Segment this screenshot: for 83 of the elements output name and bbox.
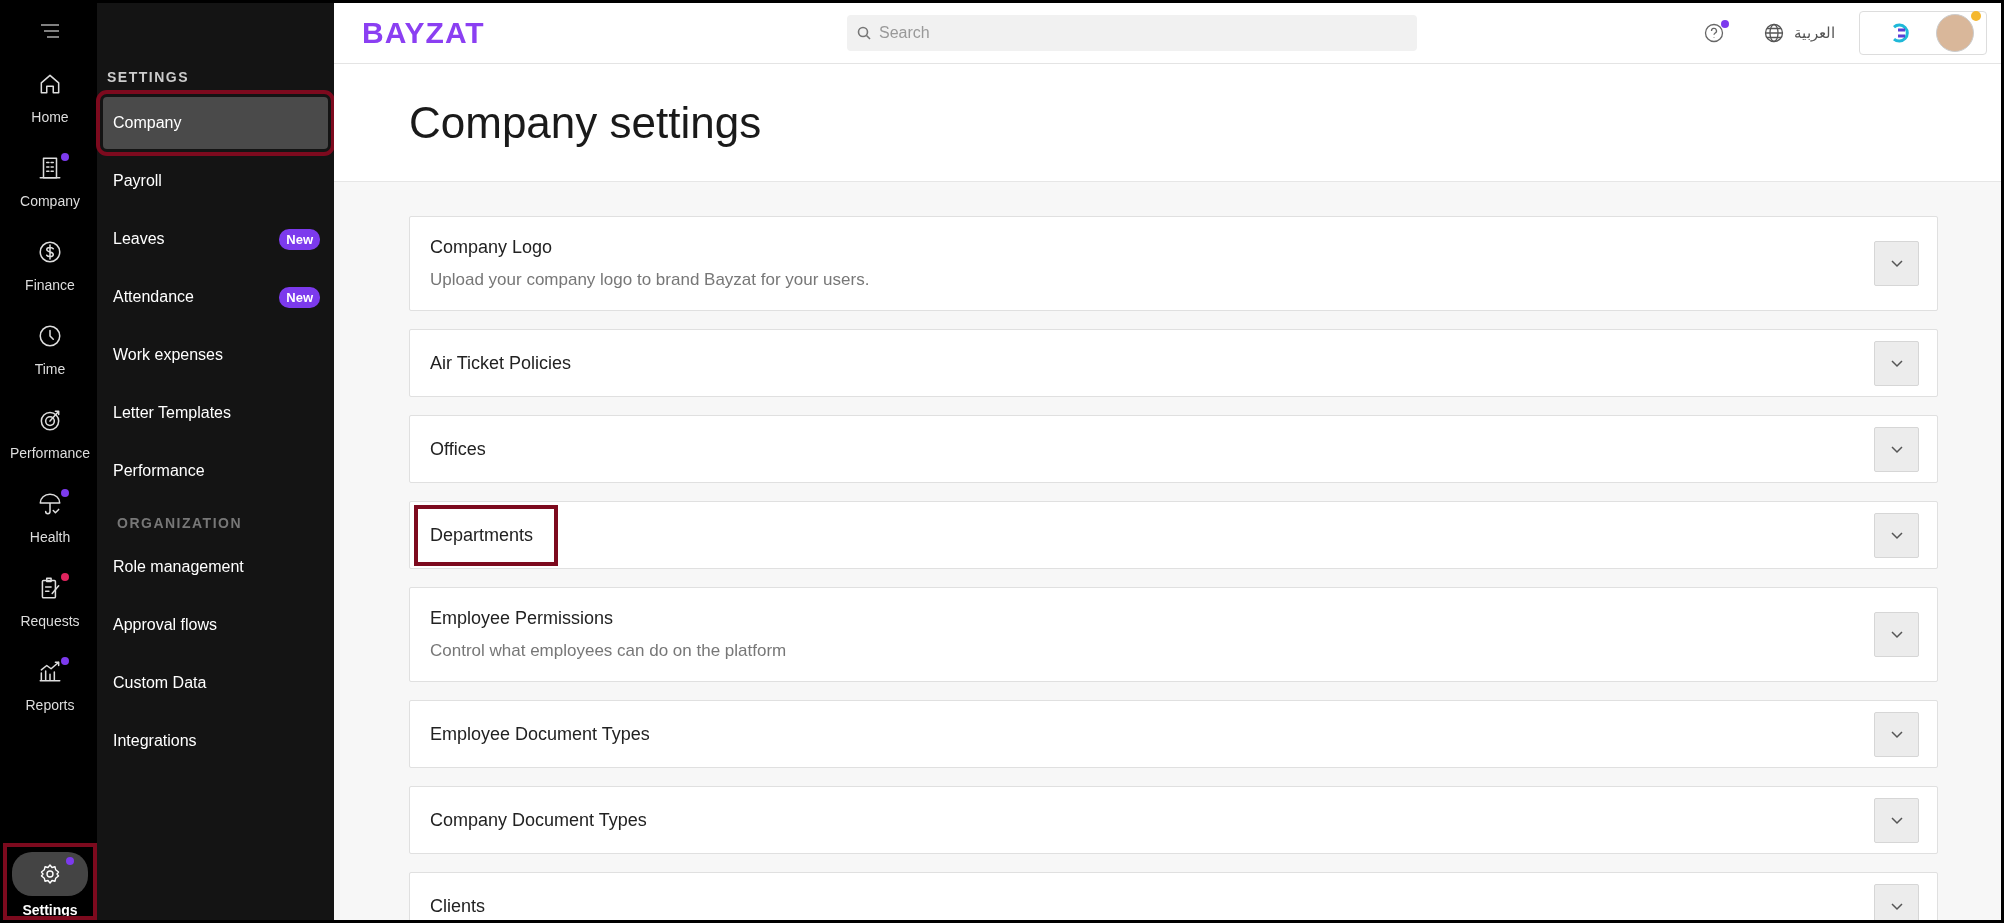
chevron-icon [1889,444,1904,454]
sidebar-item-label: Letter Templates [113,404,231,422]
search-field[interactable]: Search [847,15,1417,51]
chevron-icon [1889,358,1904,368]
card-title: Departments [430,524,534,546]
language-button[interactable]: العربية [1764,23,1835,43]
sidebar-item-label: Payroll [113,172,162,190]
card-title: Offices [430,438,486,460]
expand-button[interactable] [1874,797,1919,843]
settings-card[interactable]: Clients [409,872,1938,920]
nav-item[interactable]: Company [3,145,97,229]
page-title: Company settings [409,97,762,148]
status-dot [1971,11,1981,21]
sidebar-item[interactable]: Custom Data [103,657,328,709]
sidebar-item-label: Custom Data [113,674,207,692]
expand-button[interactable] [1874,883,1919,920]
section-heading: ORGANIZATION [116,514,243,533]
expand-button[interactable] [1874,612,1919,657]
settings-card[interactable]: Company Logo Upload your company logo to brand Bayzat for your users. [409,216,1938,311]
nav-item[interactable]: Settings [3,843,97,920]
sidebar-item[interactable]: Leaves New [103,213,328,265]
card-title: Clients [430,895,486,917]
nav-item[interactable]: Home [3,61,97,145]
sidebar-item-label: Integrations [113,732,197,750]
clock-icon [37,323,63,349]
expand-button[interactable] [1874,340,1919,386]
section-heading: SETTINGS [106,69,189,87]
card-title: Company Logo [430,237,553,258]
nav-item[interactable]: Finance [3,229,97,313]
sidebar-item[interactable]: Letter Templates [103,387,328,439]
dollar-icon [37,239,63,265]
expand-button[interactable] [1874,426,1919,472]
sidebar-item[interactable]: Attendance New [103,271,328,323]
settings-card[interactable]: Company Document Types [409,786,1938,854]
avatar [1936,14,1974,52]
chevron-icon [1889,729,1904,739]
card-title: Employee Permissions [430,608,614,629]
notification-dot [1721,20,1729,28]
card-title: Employee Document Types [430,723,650,745]
logo[interactable]: BAYZAT [362,16,592,50]
sidebar-item[interactable]: Approval flows [103,599,328,651]
chevron-icon [1889,630,1904,639]
settings-card[interactable]: Departments [409,501,1938,569]
sidebar-item-label: Attendance [113,288,194,306]
settings-icon [38,862,62,886]
sidebar-item[interactable]: Role management [103,541,328,593]
sidebar-item[interactable]: Work expenses [103,329,328,381]
expand-button[interactable] [1874,711,1919,757]
card-description: Upload your company logo to brand Bayzat for your users. [430,270,870,290]
expand-button[interactable] [1874,512,1919,558]
globe-icon [1764,23,1784,43]
chevron-icon [1889,815,1904,825]
chevron-icon [1889,259,1904,268]
building-icon [37,155,63,181]
expand-button[interactable] [1874,241,1919,286]
sidebar-item[interactable]: Payroll [103,155,328,207]
card-title: Air Ticket Policies [430,352,572,374]
nav-item[interactable]: Requests [3,565,97,649]
new-badge: New [279,286,320,308]
sidebar-item-label: Work expenses [113,346,223,364]
settings-card[interactable]: Employee Document Types [409,700,1938,768]
settings-card[interactable]: Employee Permissions Control what employees can do on the platform [409,587,1938,682]
sidebar-item-label: Role management [113,558,244,576]
nav-item[interactable]: Performance [3,397,97,481]
chevron-icon [1889,530,1904,540]
umbrella-icon [37,491,63,517]
nav-item[interactable]: Reports [3,649,97,733]
sidebar-item-label: Performance [113,462,205,480]
new-badge: New [279,228,320,250]
sidebar-item-label: Leaves [113,230,165,248]
nav-item[interactable]: Health [3,481,97,565]
profile-button[interactable] [1859,11,1987,55]
card-description: Control what employees can do on the platform [430,641,787,661]
sidebar-item[interactable]: Performance [103,445,328,497]
sidebar-item-label: Approval flows [113,616,218,634]
settings-card[interactable]: Air Ticket Policies [409,329,1938,397]
sidebar-item[interactable]: Integrations [103,715,328,767]
nav-item[interactable]: Time [3,313,97,397]
settings-card[interactable]: Offices [409,415,1938,483]
help-icon[interactable] [1704,23,1724,43]
card-title: Company Document Types [430,809,647,831]
sidebar-item-label: Company [113,114,182,132]
chevron-icon [1889,901,1904,911]
